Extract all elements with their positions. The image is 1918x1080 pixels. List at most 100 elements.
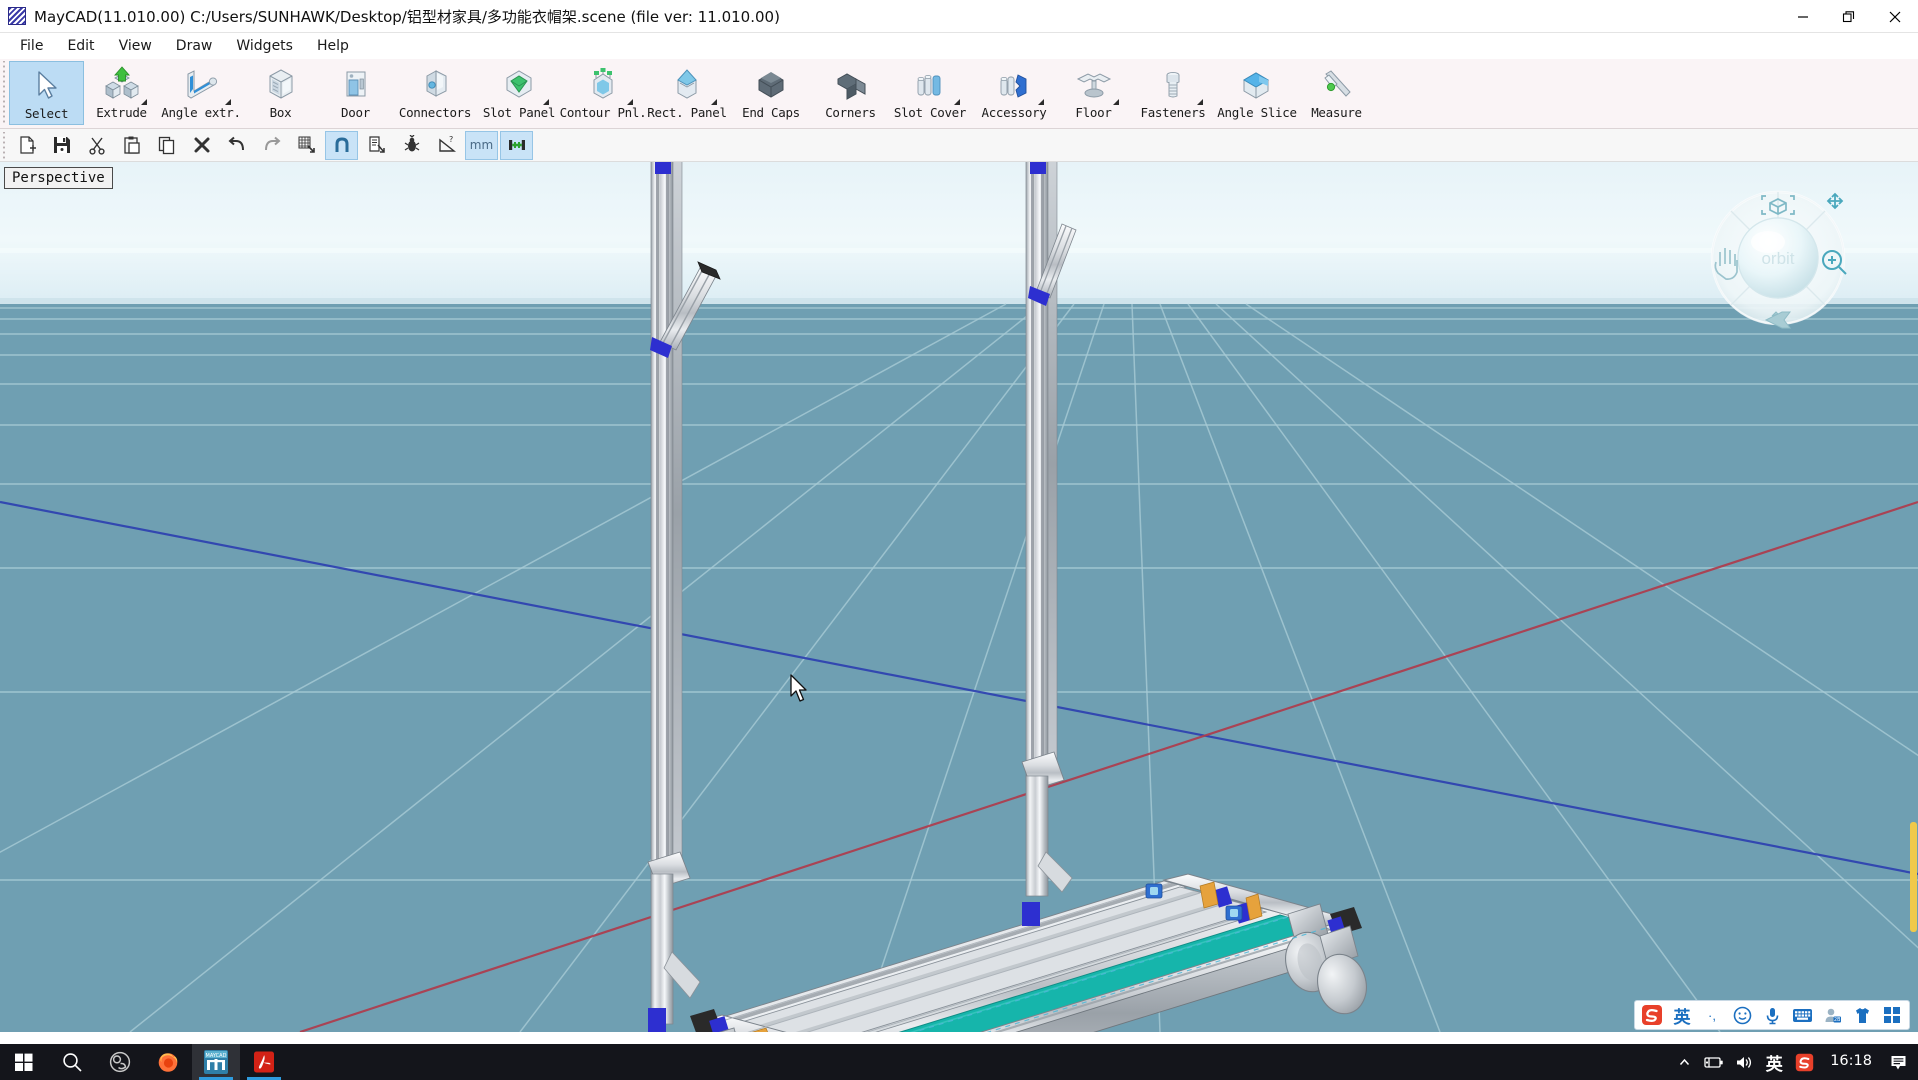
tool-button-floor[interactable]: Floor <box>1056 61 1131 125</box>
tool-button-slot-cover[interactable]: Slot Cover <box>888 61 972 125</box>
redo-button[interactable] <box>255 131 288 160</box>
copy-button[interactable] <box>150 131 183 160</box>
notification-icon[interactable] <box>1884 1044 1912 1080</box>
navigation-wheel[interactable]: orbit <box>1698 180 1868 340</box>
firefox-button[interactable] <box>144 1044 192 1080</box>
chevron-down-icon[interactable] <box>1197 99 1203 105</box>
tool-button-accessory[interactable]: Accessory <box>972 61 1056 125</box>
maycad-application-window: MayCAD(11.010.00) C:/Users/SUNHAWK/Deskt… <box>0 0 1918 1080</box>
properties-button[interactable] <box>360 131 393 160</box>
post-bracket-right-top <box>1030 162 1046 174</box>
debug-button[interactable] <box>395 131 428 160</box>
tool-button-connectors[interactable]: Connectors <box>393 61 477 125</box>
tool-label-contour-panel: Contour Pnl. <box>559 105 647 120</box>
menu-item-draw[interactable]: Draw <box>164 35 225 57</box>
contour-panel-icon <box>581 64 625 104</box>
orbit-center-label: orbit <box>1761 249 1794 268</box>
emoji-icon[interactable] <box>1729 1003 1755 1027</box>
chevron-down-icon[interactable] <box>627 99 633 105</box>
door-icon <box>334 64 378 104</box>
soft-keyboard-icon[interactable] <box>1789 1003 1815 1027</box>
show-hidden-icons-button[interactable] <box>1670 1044 1698 1080</box>
angle-slice-icon <box>1235 64 1279 104</box>
snap-magnet-button[interactable] <box>325 130 358 160</box>
chevron-down-icon[interactable] <box>1113 99 1119 105</box>
menu-item-edit[interactable]: Edit <box>55 35 106 57</box>
end-caps-icon <box>749 64 793 104</box>
delete-button[interactable] <box>185 131 218 160</box>
start-button[interactable] <box>0 1044 48 1080</box>
scrollbar-thumb[interactable] <box>1910 822 1917 932</box>
units-button[interactable]: mm <box>465 130 498 160</box>
user-profile-icon[interactable]: 2B <box>1819 1003 1845 1027</box>
grid-select-button[interactable] <box>290 131 323 160</box>
tool-button-angle-extrude[interactable]: Angle extr. <box>159 61 243 125</box>
tool-button-select[interactable]: Select <box>9 61 84 125</box>
tool-button-rect-panel[interactable]: Rect. Panel <box>645 61 729 125</box>
tool-button-measure[interactable]: Measure <box>1299 61 1374 125</box>
skin-shirt-icon[interactable] <box>1849 1003 1875 1027</box>
3d-viewport[interactable]: Perspective orbit <box>0 162 1918 1032</box>
tool-button-corners[interactable]: Corners <box>813 61 888 125</box>
vertical-post-left <box>650 162 683 883</box>
tool-label-door: Door <box>341 105 370 120</box>
paste-button[interactable] <box>115 131 148 160</box>
ime-lang-icon[interactable]: 英 <box>1760 1044 1788 1080</box>
tool-button-angle-slice[interactable]: Angle Slice <box>1215 61 1299 125</box>
toolbar-grip[interactable] <box>0 61 9 123</box>
volume-icon[interactable] <box>1730 1044 1758 1080</box>
menu-item-help[interactable]: Help <box>305 35 361 57</box>
angle-query-button[interactable]: ? <box>430 131 463 160</box>
tool-button-end-caps[interactable]: End Caps <box>729 61 813 125</box>
tool-label-fasteners: Fasteners <box>1140 105 1206 120</box>
viewport-scrollbar[interactable] <box>1908 162 1918 1032</box>
new-file-button[interactable] <box>10 131 43 160</box>
save-button[interactable] <box>45 131 78 160</box>
obs-button[interactable] <box>96 1044 144 1080</box>
tool-button-contour-panel[interactable]: Contour Pnl. <box>559 61 647 125</box>
minimize-button[interactable] <box>1780 0 1826 33</box>
angle-extrusion-icon <box>179 64 223 104</box>
chevron-down-icon[interactable] <box>225 99 231 105</box>
projection-mode-label[interactable]: Perspective <box>4 167 113 189</box>
tool-button-extrude[interactable]: Extrude <box>84 61 159 125</box>
battery-icon[interactable] <box>1700 1044 1728 1080</box>
restore-button[interactable] <box>1826 0 1872 33</box>
tool-button-fasteners[interactable]: Fasteners <box>1131 61 1215 125</box>
sogou-tray-icon[interactable] <box>1790 1044 1818 1080</box>
chevron-down-icon[interactable] <box>954 99 960 105</box>
taskbar-clock[interactable]: 16:18 <box>1820 1053 1882 1070</box>
chevron-down-icon[interactable] <box>543 99 549 105</box>
mouse-cursor <box>790 674 807 702</box>
tool-button-door[interactable]: Door <box>318 61 393 125</box>
slot-panel-icon <box>497 64 541 104</box>
tool-label-angle-slice: Angle Slice <box>1217 105 1297 120</box>
search-button[interactable] <box>48 1044 96 1080</box>
tool-button-slot-panel[interactable]: Slot Panel <box>477 61 561 125</box>
toolbox-grid-icon[interactable] <box>1879 1003 1905 1027</box>
svg-text:?: ? <box>449 135 453 144</box>
dimension-button[interactable] <box>500 130 533 160</box>
punctuation-icon[interactable]: ·, <box>1699 1003 1725 1027</box>
four-arrows-icon <box>1826 192 1844 210</box>
tool-button-box[interactable]: Box <box>243 61 318 125</box>
undo-button[interactable] <box>220 131 253 160</box>
language-mode-icon[interactable]: 英 <box>1669 1003 1695 1027</box>
cut-button[interactable] <box>80 131 113 160</box>
voice-input-icon[interactable] <box>1759 1003 1785 1027</box>
sogou-logo-icon[interactable] <box>1639 1003 1665 1027</box>
menu-item-widgets[interactable]: Widgets <box>224 35 305 57</box>
close-button[interactable] <box>1872 0 1918 33</box>
menu-item-view[interactable]: View <box>107 35 164 57</box>
chevron-down-icon[interactable] <box>711 99 717 105</box>
sogou-ime-toolbar[interactable]: 英 ·, 2B <box>1634 1000 1910 1030</box>
tool-label-floor: Floor <box>1075 105 1112 120</box>
standard-toolbar-grip[interactable] <box>0 131 9 159</box>
acrobat-button[interactable] <box>240 1044 288 1080</box>
maycad-button[interactable]: MAYCAD <box>192 1044 240 1080</box>
units-label: mm <box>469 138 494 152</box>
chevron-down-icon[interactable] <box>1038 99 1044 105</box>
chevron-down-icon[interactable] <box>141 99 147 105</box>
window-title: MayCAD(11.010.00) C:/Users/SUNHAWK/Deskt… <box>34 7 780 26</box>
menu-item-file[interactable]: File <box>8 35 55 57</box>
